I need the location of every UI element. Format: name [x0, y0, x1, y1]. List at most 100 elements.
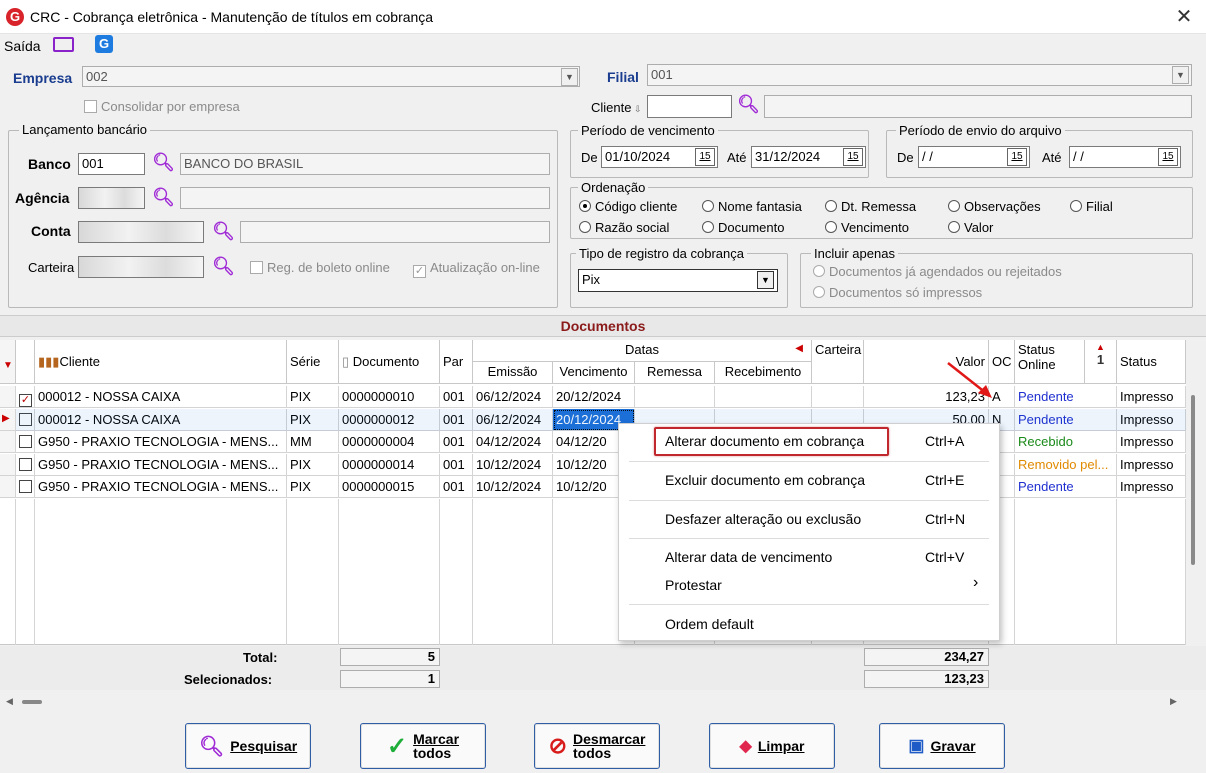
- cell-emissao[interactable]: 06/12/2024: [473, 408, 553, 431]
- ord-filial[interactable]: Filial: [1070, 199, 1113, 214]
- cell-emissao[interactable]: 10/12/2024: [473, 453, 553, 476]
- cell-status-online[interactable]: Pendente: [1015, 386, 1117, 408]
- ord-documento[interactable]: Documento: [702, 220, 784, 235]
- monitor-icon[interactable]: [53, 37, 74, 52]
- cell-cliente[interactable]: G950 - PRAXIO TECNOLOGIA - MENS...: [35, 431, 287, 453]
- cell-serie[interactable]: PIX: [287, 386, 339, 408]
- cell-cliente[interactable]: 000012 - NOSSA CAIXA: [35, 408, 287, 431]
- reg-boleto-checkbox[interactable]: Reg. de boleto online: [250, 260, 390, 275]
- ord-valor[interactable]: Valor: [948, 220, 993, 235]
- cell-status[interactable]: Impresso: [1117, 476, 1186, 498]
- collapse-arrow-icon[interactable]: ◀: [795, 343, 803, 354]
- cell-emissao[interactable]: 06/12/2024: [473, 386, 553, 408]
- cell-par[interactable]: 001: [440, 408, 473, 431]
- menu-desfazer[interactable]: Desfazer alteração ou exclusão Ctrl+N: [619, 506, 999, 532]
- cell-status[interactable]: Impresso: [1117, 386, 1186, 408]
- filial-combo[interactable]: 001: [647, 64, 1192, 86]
- cell-status[interactable]: Impresso: [1117, 431, 1186, 453]
- app-icon[interactable]: G: [95, 35, 113, 53]
- menu-alterar-vencimento[interactable]: Alterar data de vencimento Ctrl+V: [619, 544, 999, 570]
- tipo-registro-select[interactable]: Pix: [578, 269, 778, 292]
- tipo-registro-dropdown-icon[interactable]: ▼: [757, 271, 774, 289]
- cell-status[interactable]: Impresso: [1117, 408, 1186, 431]
- cell-serie[interactable]: PIX: [287, 453, 339, 476]
- hdr-remessa[interactable]: Remessa: [635, 362, 715, 384]
- cell-serie[interactable]: MM: [287, 431, 339, 453]
- carteira-input[interactable]: [78, 256, 204, 278]
- cell-status[interactable]: Impresso: [1117, 453, 1186, 476]
- hdr-vencimento[interactable]: Vencimento: [553, 362, 635, 384]
- row-checkbox[interactable]: [16, 408, 35, 431]
- conta-input[interactable]: [78, 221, 204, 243]
- filial-dropdown-icon[interactable]: ▼: [1172, 66, 1189, 84]
- hdr-serie[interactable]: Série: [287, 340, 339, 384]
- limpar-button[interactable]: ◆ Limpar: [709, 723, 835, 769]
- hdr-carteira[interactable]: Carteira: [812, 340, 864, 384]
- hdr-status-online[interactable]: Status Online: [1015, 340, 1085, 384]
- hdr-status[interactable]: Status: [1117, 340, 1186, 384]
- cell-status-online[interactable]: Recebido: [1015, 431, 1117, 453]
- empresa-combo[interactable]: 002: [82, 66, 580, 87]
- close-icon[interactable]: ✕: [1170, 4, 1198, 30]
- consolidar-checkbox[interactable]: Consolidar por empresa: [84, 99, 240, 114]
- cell-status-online[interactable]: Removido pel...: [1015, 453, 1117, 476]
- cell-status-online[interactable]: Pendente: [1015, 408, 1117, 431]
- cell-documento[interactable]: 0000000014: [339, 453, 440, 476]
- cell-cliente[interactable]: G950 - PRAXIO TECNOLOGIA - MENS...: [35, 453, 287, 476]
- venc-ate-calendar-icon[interactable]: 15: [843, 148, 863, 166]
- gravar-button[interactable]: ▣ Gravar: [879, 723, 1005, 769]
- marcar-todos-button[interactable]: ✓ Marcar todos: [360, 723, 486, 769]
- sort-asc-icon[interactable]: ▲ 1: [1085, 340, 1117, 384]
- cell-par[interactable]: 001: [440, 453, 473, 476]
- hdr-recebimento[interactable]: Recebimento: [715, 362, 812, 384]
- cell-serie[interactable]: PIX: [287, 476, 339, 498]
- grid-vscroll-thumb[interactable]: [1191, 395, 1195, 565]
- grid-hscroll[interactable]: [0, 693, 1206, 711]
- ord-codigo-cliente[interactable]: Código cliente: [579, 199, 677, 214]
- cell-cliente[interactable]: G950 - PRAXIO TECNOLOGIA - MENS...: [35, 476, 287, 498]
- cell-documento[interactable]: 0000000010: [339, 386, 440, 408]
- cell-vencimento[interactable]: 20/12/2024: [553, 386, 635, 408]
- hdr-cliente[interactable]: ▮▮▮Cliente: [35, 340, 287, 384]
- row-checkbox[interactable]: [16, 431, 35, 453]
- atualizacao-checkbox[interactable]: ✓ Atualização on-line: [413, 260, 540, 278]
- cell-remessa[interactable]: [635, 386, 715, 408]
- venc-de-calendar-icon[interactable]: 15: [695, 148, 715, 166]
- cell-recebimento[interactable]: [715, 386, 812, 408]
- cell-emissao[interactable]: 04/12/2024: [473, 431, 553, 453]
- cell-documento[interactable]: 0000000004: [339, 431, 440, 453]
- agencia-search-icon[interactable]: 🔍︎: [152, 187, 175, 208]
- cell-carteira[interactable]: [812, 386, 864, 408]
- cliente-search-icon[interactable]: 🔍︎: [737, 94, 760, 115]
- banco-input[interactable]: 001: [78, 153, 145, 175]
- pesquisar-button[interactable]: 🔍︎ Pesquisar: [185, 723, 311, 769]
- menu-saida[interactable]: Saída: [4, 38, 41, 54]
- cell-documento[interactable]: 0000000015: [339, 476, 440, 498]
- menu-protestar[interactable]: Protestar ›: [619, 572, 999, 598]
- cell-par[interactable]: 001: [440, 386, 473, 408]
- row-checkbox[interactable]: [16, 476, 35, 498]
- cell-documento[interactable]: 0000000012: [339, 408, 440, 431]
- ord-dt-remessa[interactable]: Dt. Remessa: [825, 199, 916, 214]
- ord-observacoes[interactable]: Observações: [948, 199, 1041, 214]
- cell-emissao[interactable]: 10/12/2024: [473, 476, 553, 498]
- row-checkbox[interactable]: [16, 453, 35, 476]
- conta-search-icon[interactable]: 🔍︎: [212, 221, 235, 242]
- hdr-documento[interactable]: ▯ Documento: [339, 340, 440, 384]
- envio-ate-calendar-icon[interactable]: 15: [1158, 148, 1178, 166]
- row-checkbox[interactable]: ✓: [16, 386, 35, 408]
- banco-search-icon[interactable]: 🔍︎: [152, 152, 175, 173]
- empresa-dropdown-icon[interactable]: ▼: [561, 68, 578, 86]
- hscroll-thumb[interactable]: [22, 700, 42, 704]
- scroll-right-icon[interactable]: ▶: [1170, 696, 1177, 707]
- envio-de-calendar-icon[interactable]: 15: [1007, 148, 1027, 166]
- cell-par[interactable]: 001: [440, 431, 473, 453]
- menu-excluir-documento[interactable]: Excluir documento em cobrança Ctrl+E: [619, 467, 999, 493]
- hdr-emissao[interactable]: Emissão: [473, 362, 553, 384]
- cliente-input[interactable]: [647, 95, 732, 118]
- ord-nome-fantasia[interactable]: Nome fantasia: [702, 199, 802, 214]
- ord-razao-social[interactable]: Razão social: [579, 220, 669, 235]
- agencia-input[interactable]: [78, 187, 145, 209]
- incluir-impressos[interactable]: Documentos só impressos: [813, 285, 982, 300]
- cell-par[interactable]: 001: [440, 476, 473, 498]
